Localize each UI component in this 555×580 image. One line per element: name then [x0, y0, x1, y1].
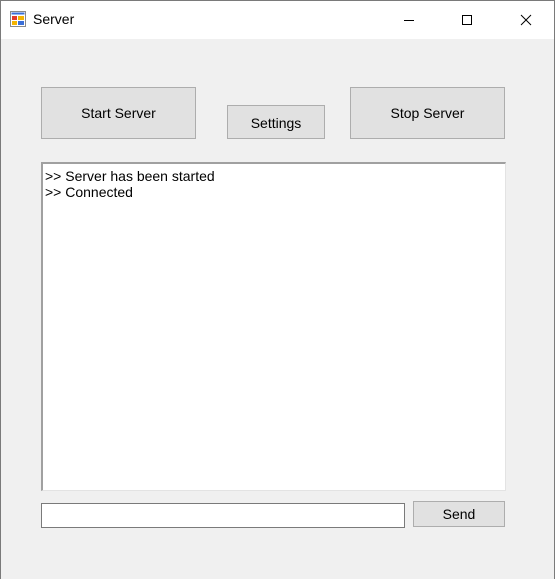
close-icon	[520, 14, 532, 26]
message-input[interactable]	[41, 503, 405, 528]
maximize-icon	[462, 15, 472, 25]
stop-server-button[interactable]: Stop Server	[350, 87, 505, 139]
settings-button[interactable]: Settings	[227, 105, 325, 139]
minimize-button[interactable]	[386, 1, 432, 39]
window-title: Server	[33, 11, 75, 27]
minimize-icon	[404, 20, 414, 21]
log-line: >> Server has been started	[45, 168, 215, 184]
server-log[interactable]: >> Server has been started >> Connected	[41, 162, 506, 491]
server-window: Server Start Server Settings Stop Server…	[0, 0, 555, 579]
send-button[interactable]: Send	[413, 501, 505, 527]
start-server-button[interactable]: Start Server	[41, 87, 196, 139]
maximize-button[interactable]	[444, 1, 490, 39]
log-line: >> Connected	[45, 184, 133, 200]
title-bar[interactable]: Server	[1, 1, 554, 39]
windows-form-icon[interactable]	[10, 11, 26, 27]
close-button[interactable]	[503, 1, 549, 39]
